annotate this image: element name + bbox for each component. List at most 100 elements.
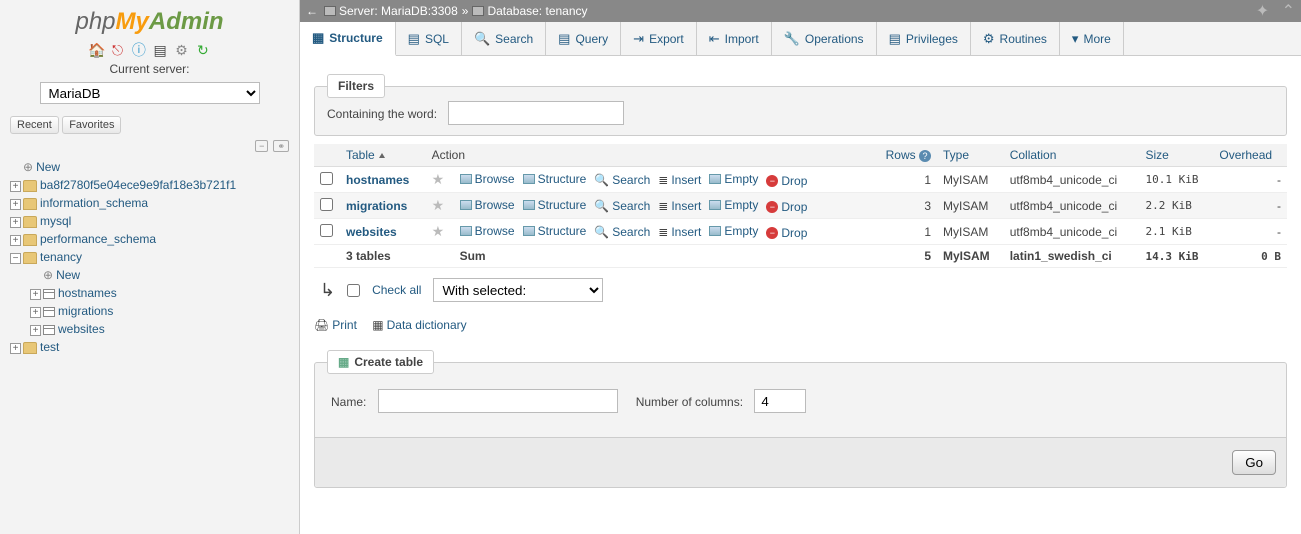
- empty-link[interactable]: Empty: [709, 198, 758, 212]
- col-table[interactable]: Table: [340, 144, 426, 167]
- tree-table-websites[interactable]: websites: [58, 322, 105, 336]
- logo-php: php: [75, 8, 115, 35]
- print-link[interactable]: 🖨Print: [314, 318, 357, 332]
- collapse-all-icon[interactable]: −: [255, 140, 268, 152]
- tree-new-db[interactable]: New: [36, 160, 60, 174]
- tree-table-migrations[interactable]: migrations: [58, 304, 113, 318]
- reload-icon[interactable]: ↻: [195, 42, 211, 58]
- nav-back-icon[interactable]: ←: [306, 4, 318, 18]
- tab-sql[interactable]: ▤SQL: [396, 22, 462, 55]
- search-link[interactable]: 🔍Search: [594, 199, 650, 213]
- favorite-icon[interactable]: ★: [432, 197, 445, 213]
- tab-structure[interactable]: ▦Structure: [300, 22, 396, 56]
- browse-link[interactable]: Browse: [460, 172, 515, 186]
- link-icon[interactable]: ⚭: [273, 140, 289, 152]
- col-type[interactable]: Type: [937, 144, 1004, 167]
- help-icon[interactable]: ?: [919, 150, 931, 162]
- insert-link[interactable]: ≣Insert: [658, 199, 701, 213]
- gear-icon[interactable]: ✦: [1256, 3, 1269, 20]
- tree-db-information_schema[interactable]: information_schema: [40, 196, 148, 210]
- expander-icon[interactable]: +: [10, 235, 21, 246]
- expander-icon[interactable]: +: [10, 217, 21, 228]
- tree-db-ba8f2780f5e04ece9e9faf18e3b721f1[interactable]: ba8f2780f5e04ece9e9faf18e3b721f1: [40, 178, 236, 192]
- insert-link[interactable]: ≣Insert: [658, 225, 701, 239]
- tab-operations[interactable]: 🔧Operations: [772, 22, 877, 55]
- collapse-top-icon[interactable]: ⌃: [1282, 3, 1295, 20]
- browse-link[interactable]: Browse: [460, 198, 515, 212]
- expander-icon[interactable]: −: [10, 253, 21, 264]
- tab-more[interactable]: ▾More: [1060, 22, 1124, 55]
- favorites-button[interactable]: Favorites: [62, 116, 121, 134]
- docs-icon[interactable]: ⓘ: [131, 40, 147, 56]
- tree-new-table[interactable]: New: [56, 268, 80, 282]
- exit-icon[interactable]: ⎋: [109, 42, 125, 58]
- sql-icon[interactable]: ▤: [152, 42, 168, 58]
- create-name-input[interactable]: [378, 389, 618, 413]
- row-checkbox[interactable]: [320, 198, 333, 211]
- table-name-link[interactable]: websites: [346, 225, 397, 239]
- data-dictionary-link[interactable]: ▦Data dictionary: [372, 318, 466, 332]
- drop-link[interactable]: −Drop: [766, 200, 807, 214]
- empty-link[interactable]: Empty: [709, 172, 758, 186]
- browse-icon: [460, 200, 472, 210]
- structure-link[interactable]: Structure: [523, 224, 587, 238]
- logo[interactable]: phpMyAdmin: [0, 0, 299, 38]
- table-name-link[interactable]: migrations: [346, 199, 407, 213]
- row-checkbox[interactable]: [320, 172, 333, 185]
- with-selected-select[interactable]: With selected:: [433, 278, 603, 302]
- drop-link[interactable]: −Drop: [766, 226, 807, 240]
- expander-icon[interactable]: +: [30, 289, 41, 300]
- favorite-icon[interactable]: ★: [432, 223, 445, 239]
- server-select[interactable]: MariaDB: [40, 82, 260, 104]
- tab-query[interactable]: ▤Query: [546, 22, 621, 55]
- structure-icon: [523, 226, 535, 236]
- drop-link[interactable]: −Drop: [766, 174, 807, 188]
- database-link[interactable]: tenancy: [545, 4, 587, 18]
- browse-link[interactable]: Browse: [460, 224, 515, 238]
- row-type: MyISAM: [937, 167, 1004, 193]
- settings-icon[interactable]: ⚙: [174, 42, 190, 58]
- expander-icon[interactable]: +: [10, 181, 21, 192]
- filter-input[interactable]: [448, 101, 624, 125]
- check-all-link[interactable]: Check all: [372, 283, 421, 297]
- sidebar-resize-handle[interactable]: [295, 0, 303, 534]
- col-overhead[interactable]: Overhead: [1213, 144, 1287, 167]
- tree-db-tenancy[interactable]: tenancy: [40, 250, 82, 264]
- tab-export[interactable]: ⇥Export: [621, 22, 697, 55]
- col-collation[interactable]: Collation: [1004, 144, 1140, 167]
- tab-search[interactable]: 🔍Search: [462, 22, 546, 55]
- database-icon: [23, 252, 37, 264]
- server-link[interactable]: MariaDB:3308: [381, 4, 458, 18]
- expander-icon[interactable]: +: [10, 199, 21, 210]
- expander-icon[interactable]: +: [10, 343, 21, 354]
- tab-privileges[interactable]: ▤Privileges: [877, 22, 971, 55]
- go-button[interactable]: Go: [1232, 450, 1276, 475]
- favorite-icon[interactable]: ★: [432, 171, 445, 187]
- row-checkbox[interactable]: [320, 224, 333, 237]
- empty-link[interactable]: Empty: [709, 224, 758, 238]
- search-link[interactable]: 🔍Search: [594, 225, 650, 239]
- structure-link[interactable]: Structure: [523, 198, 587, 212]
- row-size: 2.1 KiB: [1139, 219, 1213, 245]
- current-server-label: Current server:: [0, 60, 299, 78]
- tab-import[interactable]: ⇤Import: [697, 22, 772, 55]
- tab-routines[interactable]: ⚙Routines: [971, 22, 1060, 55]
- empty-icon: [709, 174, 721, 184]
- tree-table-hostnames[interactable]: hostnames: [58, 286, 117, 300]
- row-collation: utf8mb4_unicode_ci: [1004, 193, 1140, 219]
- table-name-link[interactable]: hostnames: [346, 173, 409, 187]
- expander-icon[interactable]: +: [30, 307, 41, 318]
- recent-button[interactable]: Recent: [10, 116, 59, 134]
- home-icon[interactable]: 🏠: [88, 42, 104, 58]
- structure-link[interactable]: Structure: [523, 172, 587, 186]
- search-link[interactable]: 🔍Search: [594, 173, 650, 187]
- insert-link[interactable]: ≣Insert: [658, 173, 701, 187]
- create-cols-input[interactable]: [754, 389, 806, 413]
- tree-db-test[interactable]: test: [40, 340, 59, 354]
- col-rows[interactable]: Rows ?: [872, 144, 937, 167]
- check-all-checkbox[interactable]: [347, 284, 360, 297]
- tree-db-performance_schema[interactable]: performance_schema: [40, 232, 156, 246]
- tree-db-mysql[interactable]: mysql: [40, 214, 71, 228]
- expander-icon[interactable]: +: [30, 325, 41, 336]
- col-size[interactable]: Size: [1139, 144, 1213, 167]
